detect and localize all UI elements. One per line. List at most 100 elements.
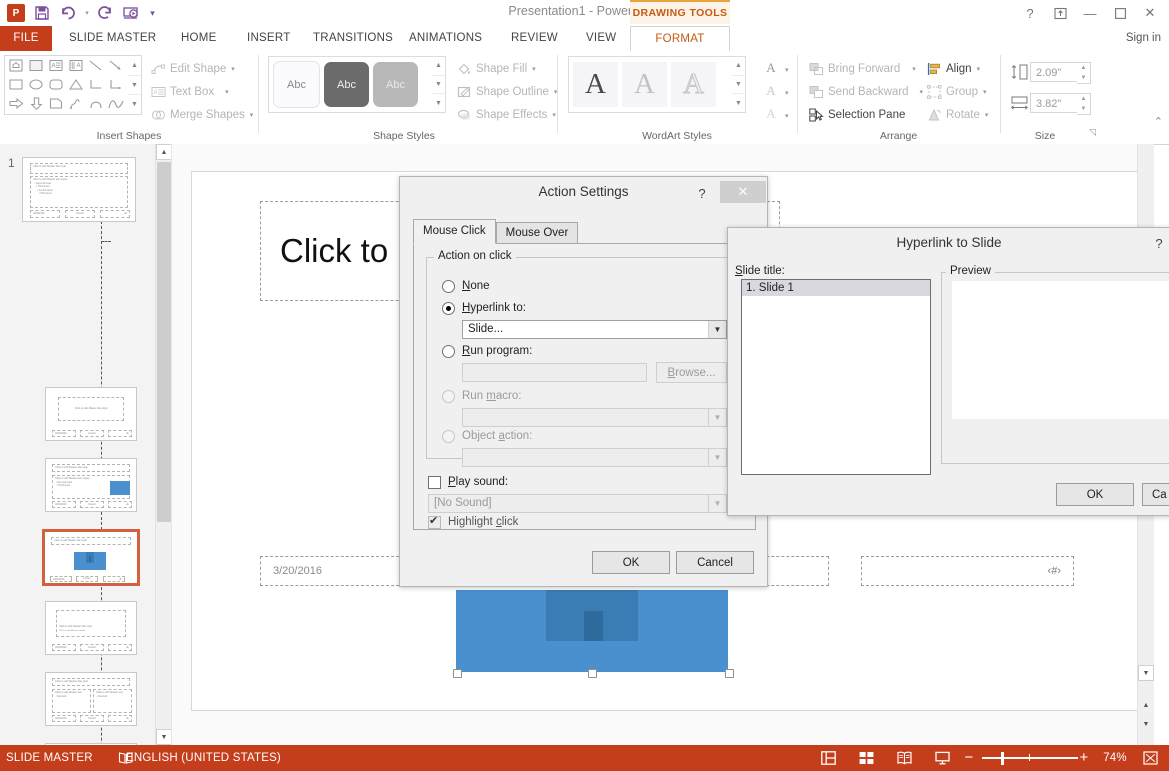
line-arrow-shape[interactable] bbox=[106, 57, 126, 75]
shape-effects-button[interactable]: Shape Effects ▾ bbox=[452, 103, 561, 126]
run-macro-radio-label[interactable]: Run macro: bbox=[462, 390, 521, 402]
text-box-shape[interactable]: A bbox=[46, 57, 66, 75]
highlight-click-label[interactable]: Highlight click bbox=[448, 516, 518, 528]
insert-shapes-scroll[interactable]: ▲ ▼ ▼ bbox=[128, 55, 142, 115]
action-settings-ok-button[interactable]: OK bbox=[592, 551, 670, 574]
height-up-icon[interactable]: ▲ bbox=[1077, 63, 1090, 73]
slide-show-button[interactable] bbox=[926, 745, 958, 771]
run-macro-combo[interactable]: ▼ bbox=[462, 408, 727, 427]
zoom-level-label[interactable]: 74% bbox=[1098, 745, 1132, 771]
collapse-ribbon-button[interactable]: ⌃ bbox=[1154, 115, 1163, 128]
text-effects-icon[interactable]: A bbox=[760, 105, 782, 123]
tab-view[interactable]: VIEW bbox=[575, 26, 627, 51]
action-settings-dialog[interactable]: Action Settings ? ✕ Mouse Click Mouse Ov… bbox=[399, 176, 768, 587]
right-arrow-shape[interactable] bbox=[6, 95, 26, 113]
text-box-button[interactable]: A Text Box ▾ bbox=[146, 80, 257, 103]
elbow-connector-shape[interactable] bbox=[86, 76, 106, 94]
wordart-scroll-up-icon[interactable]: ▲ bbox=[732, 57, 745, 76]
zoom-slider-knob[interactable] bbox=[1001, 752, 1004, 765]
tab-mouse-over[interactable]: Mouse Over bbox=[495, 222, 579, 244]
previous-slide-button[interactable]: ▲ bbox=[1138, 697, 1154, 713]
run-macro-radio[interactable] bbox=[442, 390, 455, 403]
run-program-input[interactable] bbox=[462, 363, 647, 382]
normal-view-button[interactable] bbox=[812, 745, 844, 771]
minimize-button[interactable]: — bbox=[1075, 2, 1105, 24]
run-program-radio[interactable] bbox=[442, 345, 455, 358]
play-sound-combo[interactable]: [No Sound] ▼ bbox=[428, 494, 727, 513]
shape-styles-scroll-up-icon[interactable]: ▲ bbox=[432, 57, 445, 76]
shape-height-stepper[interactable]: ▲ ▼ bbox=[1077, 62, 1091, 84]
shape-width-stepper[interactable]: ▲ ▼ bbox=[1077, 93, 1091, 115]
hyperlink-to-combo[interactable]: Slide... ▼ bbox=[462, 320, 727, 339]
shape-styles-more-icon[interactable]: ▼ bbox=[432, 94, 445, 112]
arc-shape[interactable] bbox=[86, 95, 106, 113]
shape-styles-gallery[interactable]: Abc Abc Abc bbox=[268, 56, 441, 113]
rounded-rectangle-shape[interactable] bbox=[46, 76, 66, 94]
home-action-button-shape[interactable] bbox=[456, 590, 728, 672]
tab-insert[interactable]: INSERT bbox=[236, 26, 301, 51]
zoom-in-button[interactable]: + bbox=[1077, 745, 1091, 771]
object-action-radio[interactable] bbox=[442, 430, 455, 443]
chevron-down-icon[interactable]: ▼ bbox=[708, 495, 726, 512]
chevron-down-icon[interactable]: ▼ bbox=[708, 409, 726, 426]
slide-number-placeholder[interactable]: ‹#› bbox=[861, 556, 1074, 586]
shape-fill-button[interactable]: Shape Fill ▾ bbox=[452, 57, 561, 80]
text-effects-dropdown-icon[interactable]: ▾ bbox=[784, 107, 789, 121]
oval-shape[interactable] bbox=[26, 76, 46, 94]
tab-format[interactable]: FORMAT bbox=[630, 26, 730, 52]
wordart-style-outline[interactable]: A bbox=[671, 62, 716, 107]
fit-to-window-icon[interactable] bbox=[1136, 745, 1164, 771]
thumbnail-selected-layout[interactable]: Click to edit Master title style 3/20/20… bbox=[42, 529, 140, 586]
shape-handle-bottom-left[interactable] bbox=[453, 669, 462, 678]
tab-mouse-click[interactable]: Mouse Click bbox=[413, 219, 496, 244]
none-radio[interactable] bbox=[442, 280, 455, 293]
bring-forward-button[interactable]: Bring Forward ▾ bbox=[804, 57, 927, 80]
wordart-styles-scroll[interactable]: ▲ ▼ ▼ bbox=[732, 56, 746, 113]
canvas-scroll-down-icon[interactable]: ▼ bbox=[1138, 665, 1154, 681]
wordart-more-icon[interactable]: ▼ bbox=[732, 94, 745, 112]
hyperlink-dialog-help-button[interactable]: ? bbox=[1148, 232, 1169, 254]
sign-in-link[interactable]: Sign in bbox=[1126, 26, 1161, 51]
wordart-style-fill-light[interactable]: A bbox=[622, 62, 667, 107]
wordart-style-fill-dark[interactable]: A bbox=[573, 62, 618, 107]
tab-animations[interactable]: ANIMATIONS bbox=[398, 26, 493, 51]
hyperlink-to-slide-dialog[interactable]: Hyperlink to Slide ? Slide title: 1. Sli… bbox=[727, 227, 1169, 516]
thumbnail-scrollbar[interactable]: ▲ ▼ bbox=[155, 144, 172, 745]
edit-shape-button[interactable]: Edit Shape ▾ bbox=[146, 57, 257, 80]
hyperlink-cancel-button[interactable]: Ca bbox=[1142, 483, 1169, 506]
ribbon-display-options-button[interactable] bbox=[1045, 2, 1075, 24]
text-outline-icon[interactable]: A bbox=[760, 82, 782, 100]
vertical-text-shape[interactable]: A bbox=[66, 57, 86, 75]
close-button[interactable]: ✕ bbox=[1135, 2, 1165, 24]
thumbnail-scroll-up-icon[interactable]: ▲ bbox=[156, 144, 172, 160]
rotate-button[interactable]: Rotate ▾ bbox=[922, 103, 992, 126]
action-button-home-shape[interactable] bbox=[6, 57, 26, 75]
text-fill-icon[interactable]: A bbox=[760, 59, 782, 77]
run-program-radio-label[interactable]: Run program: bbox=[462, 345, 532, 357]
shapes-scroll-down-icon[interactable]: ▼ bbox=[128, 76, 141, 96]
zoom-out-button[interactable]: − bbox=[962, 745, 976, 771]
none-radio-label[interactable]: None bbox=[462, 280, 490, 292]
curve-shape[interactable] bbox=[106, 95, 126, 113]
width-down-icon[interactable]: ▼ bbox=[1077, 104, 1090, 114]
wordart-styles-gallery[interactable]: A A A bbox=[568, 56, 741, 113]
tab-file[interactable]: FILE bbox=[0, 26, 52, 51]
align-button[interactable]: Align ▾ bbox=[922, 57, 992, 80]
rectangle-shape[interactable] bbox=[26, 57, 46, 75]
line-shape[interactable] bbox=[86, 57, 106, 75]
pentagon-shape[interactable] bbox=[46, 95, 66, 113]
shape-style-subtle-light[interactable]: Abc bbox=[273, 61, 320, 108]
restore-button[interactable] bbox=[1105, 2, 1135, 24]
thumbnail-scroll-down-icon[interactable]: ▼ bbox=[156, 729, 172, 745]
shape-style-moderate-gray[interactable]: Abc bbox=[373, 62, 418, 107]
shape-styles-scroll[interactable]: ▲ ▼ ▼ bbox=[432, 56, 446, 113]
hyperlink-ok-button[interactable]: OK bbox=[1056, 483, 1134, 506]
height-down-icon[interactable]: ▼ bbox=[1077, 73, 1090, 83]
thumbnail-two-content[interactable]: Click to edit Master title style Click t… bbox=[45, 672, 137, 726]
next-slide-button[interactable]: ▼ bbox=[1138, 716, 1154, 732]
thumbnail-slide-master[interactable]: Click to edit Master title style Click t… bbox=[22, 157, 136, 222]
object-action-radio-label[interactable]: Object action: bbox=[462, 430, 532, 442]
chevron-down-icon[interactable]: ▼ bbox=[708, 449, 726, 466]
hyperlink-to-radio[interactable] bbox=[442, 302, 455, 315]
list-item[interactable]: 1. Slide 1 bbox=[742, 280, 930, 296]
